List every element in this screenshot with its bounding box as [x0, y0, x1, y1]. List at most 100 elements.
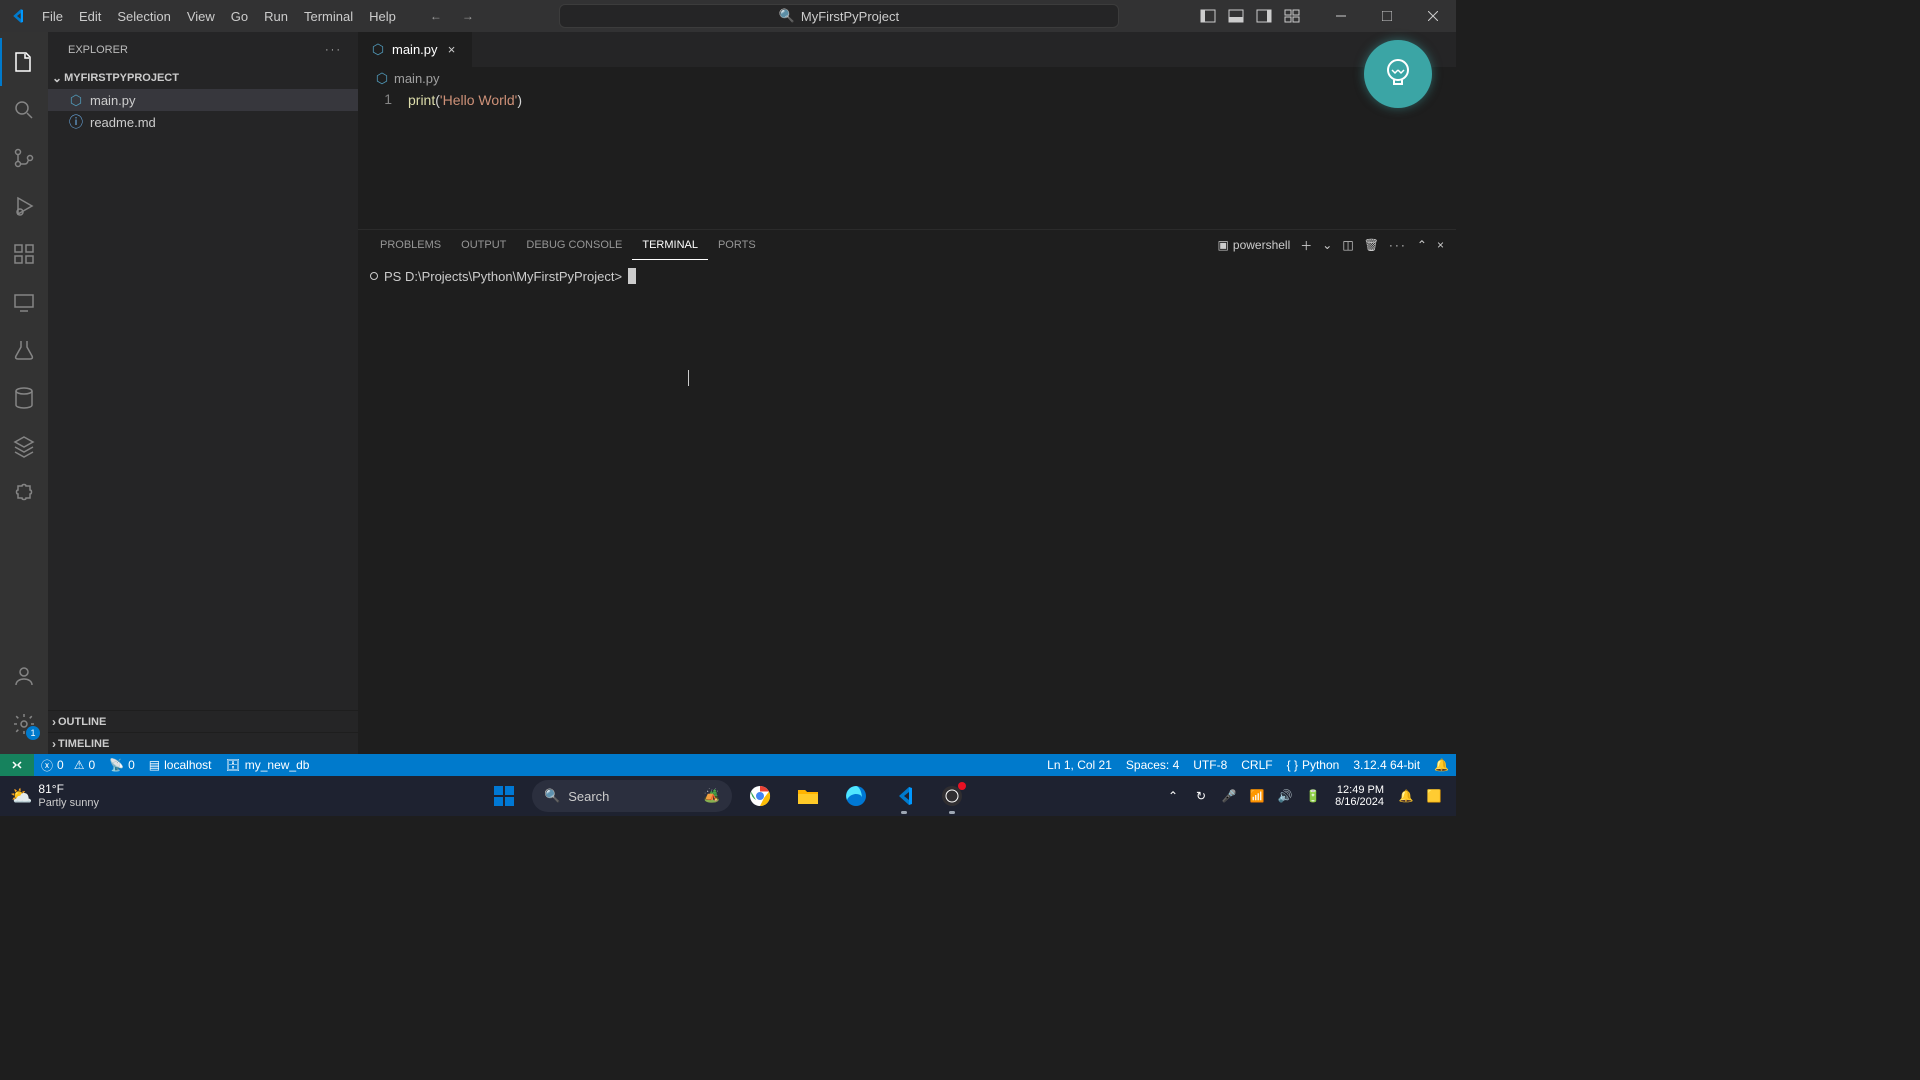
tray-volume-icon[interactable]: 🔊	[1273, 789, 1297, 803]
file-item-main-py[interactable]: ⬡ main.py	[48, 89, 358, 111]
menu-file[interactable]: File	[34, 0, 71, 32]
tray-wifi-icon[interactable]: 📶	[1245, 789, 1269, 803]
kill-terminal-icon[interactable]: 🗑	[1364, 238, 1379, 252]
panel-tab-output[interactable]: OUTPUT	[451, 230, 516, 260]
terminal-dropdown-icon[interactable]: ⌄	[1322, 238, 1332, 252]
panel-tab-problems[interactable]: PROBLEMS	[370, 230, 451, 260]
panel-tab-terminal[interactable]: TERMINAL	[632, 230, 708, 260]
tray-app-icon[interactable]: 🟨	[1422, 789, 1446, 803]
menu-help[interactable]: Help	[361, 0, 404, 32]
sidebar-more-icon[interactable]: ···	[325, 44, 342, 56]
editor-content[interactable]: 1 print('Hello World')	[358, 89, 1456, 229]
timeline-label: TIMELINE	[58, 738, 109, 750]
editor-tab-main-py[interactable]: ⬡ main.py ×	[358, 32, 473, 67]
file-tree: ⬡ main.py ⓘ readme.md	[48, 89, 358, 710]
tray-chevron-icon[interactable]: ⌃	[1161, 789, 1185, 803]
status-eol[interactable]: CRLF	[1234, 754, 1279, 776]
taskbar-weather[interactable]: ⛅ 81°F Partly sunny	[0, 783, 99, 808]
status-ports[interactable]: 📡0	[102, 754, 142, 776]
activity-puzzle-icon[interactable]	[0, 470, 48, 518]
activity-testing-icon[interactable]	[0, 326, 48, 374]
search-text: MyFirstPyProject	[801, 9, 899, 24]
taskbar-vscode-icon[interactable]	[884, 776, 924, 816]
tray-mic-icon[interactable]: 🎤	[1217, 789, 1241, 803]
terminal-content[interactable]: PS D:\Projects\Python\MyFirstPyProject>	[358, 260, 1456, 754]
menu-terminal[interactable]: Terminal	[296, 0, 361, 32]
toggle-secondary-sidebar-icon[interactable]	[1254, 6, 1274, 26]
tray-date-text: 8/16/2024	[1335, 796, 1384, 808]
tray-clock[interactable]: 12:49 PM 8/16/2024	[1329, 784, 1390, 808]
nav-forward-icon[interactable]: →	[456, 9, 480, 23]
taskbar-search[interactable]: 🔍 Search 🏕️	[532, 780, 732, 812]
outline-section[interactable]: › OUTLINE	[48, 710, 358, 732]
maximize-panel-icon[interactable]: ⌃	[1417, 238, 1427, 252]
menu-go[interactable]: Go	[223, 0, 256, 32]
title-bar: File Edit Selection View Go Run Terminal…	[0, 0, 1456, 32]
code-function: print	[408, 92, 435, 108]
tray-battery-icon[interactable]: 🔋	[1301, 789, 1325, 803]
activity-run-debug-icon[interactable]	[0, 182, 48, 230]
terminal-profile[interactable]: ▣ powershell	[1218, 238, 1291, 252]
maximize-button[interactable]	[1364, 0, 1410, 32]
status-notifications-icon[interactable]: 🔔	[1427, 754, 1456, 776]
antenna-icon: 📡	[109, 758, 124, 772]
taskbar-chrome-icon[interactable]	[740, 776, 780, 816]
toggle-primary-sidebar-icon[interactable]	[1198, 6, 1218, 26]
sidebar-header: EXPLORER ···	[48, 32, 358, 67]
menu-edit[interactable]: Edit	[71, 0, 109, 32]
new-terminal-icon[interactable]: ＋	[1300, 237, 1312, 254]
chevron-right-icon: ›	[52, 737, 56, 751]
nav-back-icon[interactable]: ←	[424, 9, 448, 23]
status-encoding[interactable]: UTF-8	[1186, 754, 1234, 776]
activity-accounts-icon[interactable]	[0, 652, 48, 700]
tray-notifications-icon[interactable]: 🔔	[1394, 789, 1418, 803]
minimize-button[interactable]	[1318, 0, 1364, 32]
search-placeholder: Search	[568, 789, 609, 804]
toggle-panel-icon[interactable]	[1226, 6, 1246, 26]
close-button[interactable]	[1410, 0, 1456, 32]
file-name: readme.md	[90, 115, 156, 130]
timeline-section[interactable]: › TIMELINE	[48, 732, 358, 754]
status-errors[interactable]: ⓧ0⚠0	[34, 754, 102, 776]
remote-indicator[interactable]	[0, 754, 34, 776]
activity-database-icon[interactable]	[0, 374, 48, 422]
file-item-readme[interactable]: ⓘ readme.md	[48, 111, 358, 133]
tray-sync-icon[interactable]: ↻	[1189, 789, 1213, 803]
taskbar-edge-icon[interactable]	[836, 776, 876, 816]
folder-header[interactable]: ⌄ MYFIRSTPYPROJECT	[48, 67, 358, 89]
panel-tab-debug-console[interactable]: DEBUG CONSOLE	[516, 230, 632, 260]
customize-layout-icon[interactable]	[1282, 6, 1302, 26]
status-database[interactable]: 🗄my_new_db	[219, 754, 317, 776]
activity-extensions-icon[interactable]	[0, 230, 48, 278]
status-cursor-position[interactable]: Ln 1, Col 21	[1040, 754, 1119, 776]
activity-search-icon[interactable]	[0, 86, 48, 134]
activity-layers-icon[interactable]	[0, 422, 48, 470]
taskbar-explorer-icon[interactable]	[788, 776, 828, 816]
taskbar-obs-icon[interactable]	[932, 776, 972, 816]
command-center-search[interactable]: 🔍 MyFirstPyProject	[559, 4, 1119, 28]
menu-selection[interactable]: Selection	[109, 0, 178, 32]
split-terminal-icon[interactable]: ◫	[1342, 238, 1353, 252]
status-python-version[interactable]: 3.12.4 64-bit	[1346, 754, 1427, 776]
close-panel-icon[interactable]: ×	[1437, 238, 1444, 252]
info-file-icon: ⓘ	[68, 114, 84, 130]
activity-source-control-icon[interactable]	[0, 134, 48, 182]
activity-settings-icon[interactable]: 1	[0, 700, 48, 748]
windows-taskbar: ⛅ 81°F Partly sunny 🔍 Search 🏕️ ⌃ ↻ 🎤 📶 …	[0, 776, 1456, 816]
assistant-bubble[interactable]	[1360, 36, 1436, 112]
menu-run[interactable]: Run	[256, 0, 296, 32]
terminal-prompt: PS D:\Projects\Python\MyFirstPyProject>	[384, 269, 622, 284]
tab-close-icon[interactable]: ×	[444, 42, 460, 57]
braces-icon: { }	[1287, 758, 1298, 772]
menu-view[interactable]: View	[179, 0, 223, 32]
status-localhost[interactable]: ▤localhost	[142, 754, 219, 776]
panel-tab-ports[interactable]: PORTS	[708, 230, 766, 260]
status-language[interactable]: { }Python	[1280, 754, 1347, 776]
breadcrumb[interactable]: ⬡ main.py	[358, 67, 1456, 89]
status-indentation[interactable]: Spaces: 4	[1119, 754, 1186, 776]
activity-remote-icon[interactable]	[0, 278, 48, 326]
terminal-more-icon[interactable]: ···	[1389, 238, 1407, 252]
activity-explorer-icon[interactable]	[0, 38, 48, 86]
start-button[interactable]	[484, 776, 524, 816]
terminal-icon: ▣	[1218, 238, 1229, 252]
